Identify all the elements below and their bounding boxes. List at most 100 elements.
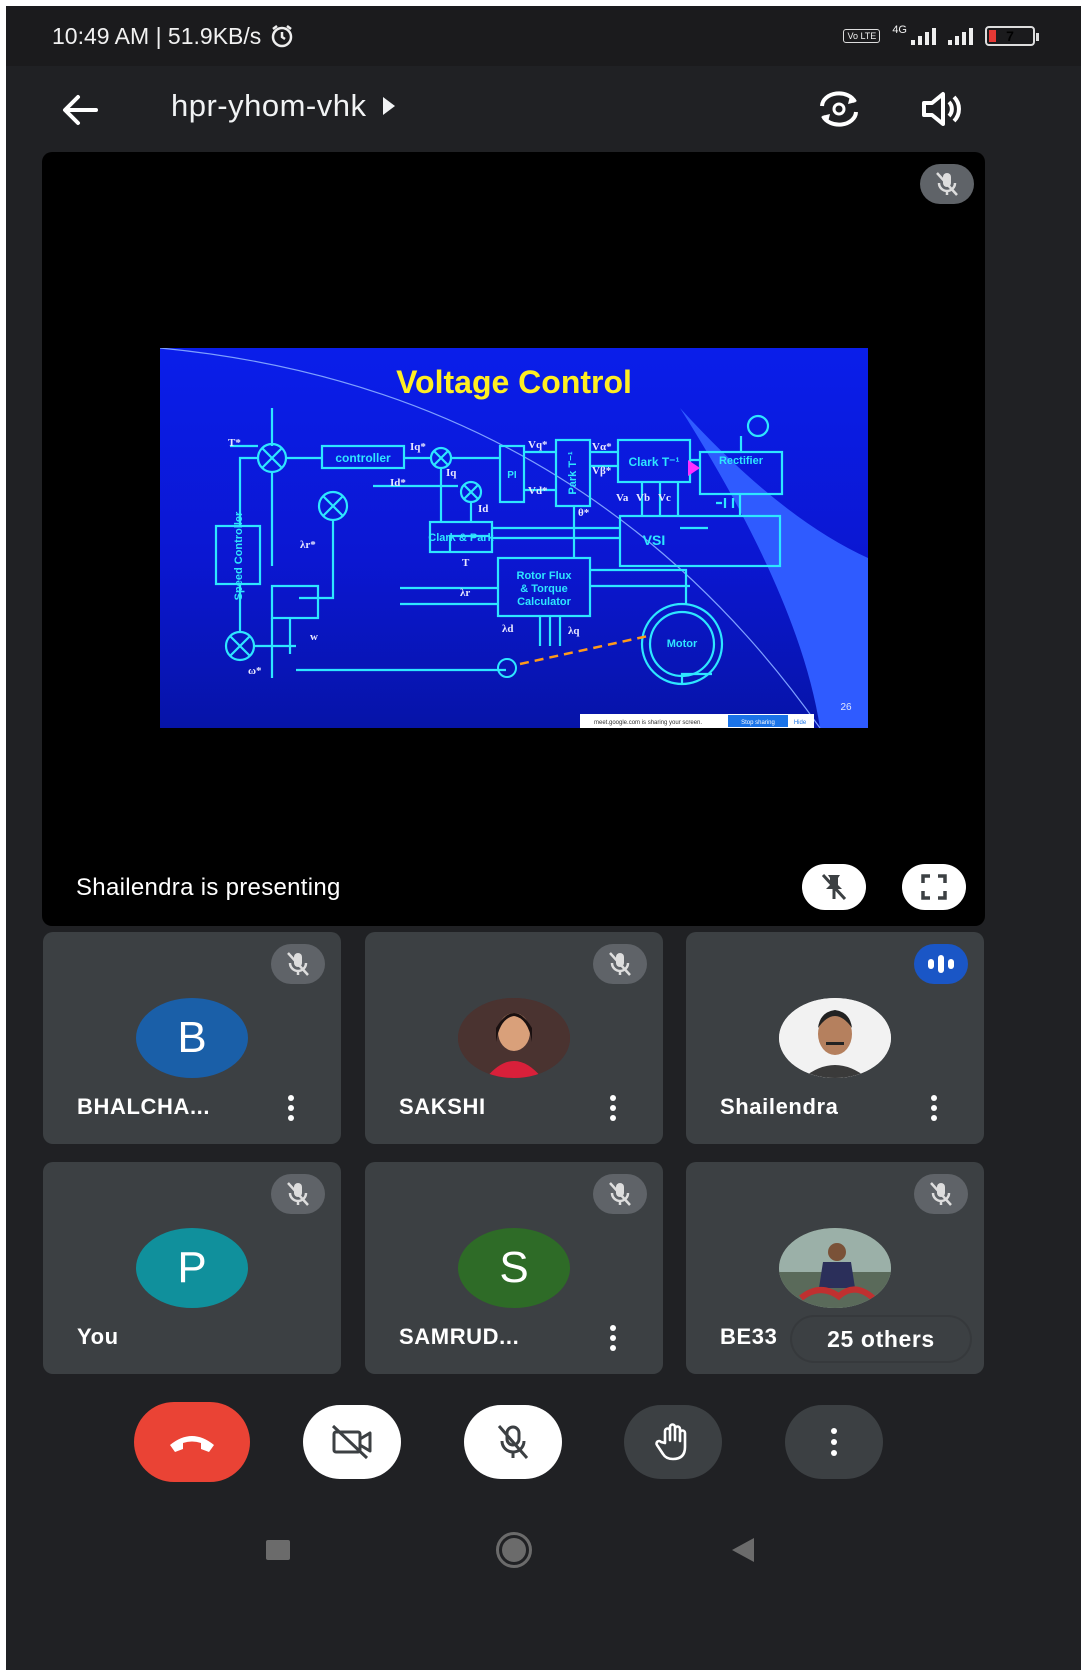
alarm-icon xyxy=(272,25,293,48)
participant-name: You xyxy=(77,1324,119,1349)
slide-page-number: 26 xyxy=(840,702,852,713)
muted-badge xyxy=(914,1174,968,1214)
signal-theta: θ* xyxy=(578,507,590,519)
rectifier-label: Rectifier xyxy=(719,455,764,467)
signal-icon-2 xyxy=(948,27,973,45)
participant-name: BHALCHA... xyxy=(77,1094,211,1119)
mic-off-icon xyxy=(930,1182,952,1206)
pin-off-icon xyxy=(821,873,847,901)
participant-tile-sakshi[interactable]: SAKSHI xyxy=(365,932,663,1144)
raise-hand-icon xyxy=(655,1423,687,1461)
raise-hand-button[interactable] xyxy=(624,1405,722,1479)
rotor-flux-label-1: Rotor Flux xyxy=(517,570,573,582)
mic-off-icon xyxy=(609,1182,631,1206)
slide-diagram: Voltage Control controller PI Park T⁻¹ C… xyxy=(160,348,868,728)
stop-sharing-button[interactable]: Stop sharing xyxy=(741,720,775,726)
signal-lambda-r-ref: λr* xyxy=(300,539,316,551)
others-count-button[interactable]: 25 others xyxy=(792,1317,970,1361)
signal-lambda-d: λd xyxy=(502,623,514,635)
participant-more-button[interactable] xyxy=(279,1092,303,1124)
pi-label: PI xyxy=(507,470,517,481)
participant-more-button[interactable] xyxy=(601,1322,625,1354)
participant-tile-be33[interactable]: BE33 25 others xyxy=(686,1162,984,1374)
signal-iq-ref: Iq* xyxy=(410,441,426,453)
signal-vb: Vb xyxy=(636,492,650,504)
signal-lambda-q: λq xyxy=(568,625,580,637)
signal-vc: Vc xyxy=(658,492,671,504)
back-triangle-icon[interactable] xyxy=(732,1538,754,1562)
signal-t: T xyxy=(462,557,470,569)
signal-t-ref: T* xyxy=(228,437,241,449)
avatar: S xyxy=(458,1228,570,1308)
avatar-photo xyxy=(779,998,891,1078)
home-icon[interactable] xyxy=(496,1532,532,1568)
switch-camera-icon[interactable] xyxy=(814,84,864,134)
participant-name: SAMRUD... xyxy=(399,1324,520,1349)
signal-omega-ref: ω* xyxy=(248,665,262,677)
avatar-photo xyxy=(458,998,570,1078)
status-bar: 10:49 AM | 51.9KB/s Vo LTE 4G 7 xyxy=(6,6,1081,66)
participant-tile-shailendra[interactable]: Shailendra xyxy=(686,932,984,1144)
signal-vd-ref: Vd* xyxy=(528,485,548,497)
motor-label: Motor xyxy=(667,638,698,650)
back-arrow-icon[interactable] xyxy=(58,88,102,132)
muted-badge xyxy=(593,1174,647,1214)
battery-icon: 7 xyxy=(985,26,1039,46)
speaker-icon[interactable] xyxy=(918,86,964,132)
muted-badge xyxy=(593,944,647,984)
muted-badge xyxy=(271,944,325,984)
hide-button[interactable]: Hide xyxy=(794,720,807,726)
microphone-toggle-button[interactable] xyxy=(464,1405,562,1479)
signal-lambda-r: λr xyxy=(460,587,470,599)
participant-tile-you[interactable]: P You xyxy=(43,1162,341,1374)
speaking-indicator-icon xyxy=(914,944,968,984)
signal-id: Id xyxy=(478,503,488,515)
presentation-tile[interactable]: Voltage Control controller PI Park T⁻¹ C… xyxy=(42,152,985,926)
fullscreen-button[interactable] xyxy=(902,864,966,910)
slide-title: Voltage Control xyxy=(396,364,632,400)
avatar-photo xyxy=(779,1228,891,1308)
camera-off-icon xyxy=(331,1424,372,1460)
speed-controller-label: Speed Controller xyxy=(233,511,245,600)
meeting-code[interactable]: hpr-yhom-vhk xyxy=(171,88,395,124)
vsi-label: VSI xyxy=(643,532,666,548)
signal-vb-ref: Vβ* xyxy=(592,465,612,477)
shared-slide: Voltage Control controller PI Park T⁻¹ C… xyxy=(160,348,868,728)
unpin-button[interactable] xyxy=(802,864,866,910)
clark-inverse-label: Clark T⁻¹ xyxy=(628,455,679,469)
avatar: B xyxy=(136,998,248,1078)
mic-off-icon xyxy=(497,1425,529,1459)
camera-toggle-button[interactable] xyxy=(303,1405,401,1479)
clark-park-label: Clark & Park xyxy=(428,532,494,544)
signal-iq: Iq xyxy=(446,467,457,479)
signal-vq-ref: Vq* xyxy=(528,439,548,451)
presenter-muted-badge xyxy=(920,164,974,204)
sharing-bar-text: meet.google.com is sharing your screen. xyxy=(594,720,702,726)
recents-icon[interactable] xyxy=(266,1540,290,1560)
screen-share-bar: meet.google.com is sharing your screen. … xyxy=(580,714,814,728)
mic-off-icon xyxy=(936,172,958,196)
signal-id-ref: Id* xyxy=(390,477,406,489)
participant-name: Shailendra xyxy=(720,1094,839,1119)
avatar: P xyxy=(136,1228,248,1308)
fullscreen-icon xyxy=(921,874,947,900)
participant-tile-bhalcha[interactable]: B BHALCHA... xyxy=(43,932,341,1144)
end-call-button[interactable] xyxy=(134,1402,250,1482)
participant-more-button[interactable] xyxy=(601,1092,625,1124)
caret-right-icon xyxy=(382,97,395,115)
participant-name: SAKSHI xyxy=(399,1094,486,1119)
participant-more-button[interactable] xyxy=(922,1092,946,1124)
mic-off-icon xyxy=(287,1182,309,1206)
volte-icon: Vo LTE xyxy=(843,29,881,43)
end-call-icon xyxy=(170,1436,214,1452)
controller-label: controller xyxy=(335,451,391,465)
participant-name: BE33 xyxy=(720,1324,778,1349)
network-type: 4G xyxy=(892,24,907,36)
status-time: 10:49 AM | 51.9KB/s xyxy=(52,22,262,49)
signal-va-ref: Vα* xyxy=(592,441,612,453)
more-options-button[interactable] xyxy=(785,1405,883,1479)
app-bar: hpr-yhom-vhk xyxy=(6,66,1081,152)
system-nav-bar xyxy=(6,1500,1081,1670)
meeting-code-label: hpr-yhom-vhk xyxy=(171,88,367,123)
participant-tile-samrud[interactable]: S SAMRUD... xyxy=(365,1162,663,1374)
